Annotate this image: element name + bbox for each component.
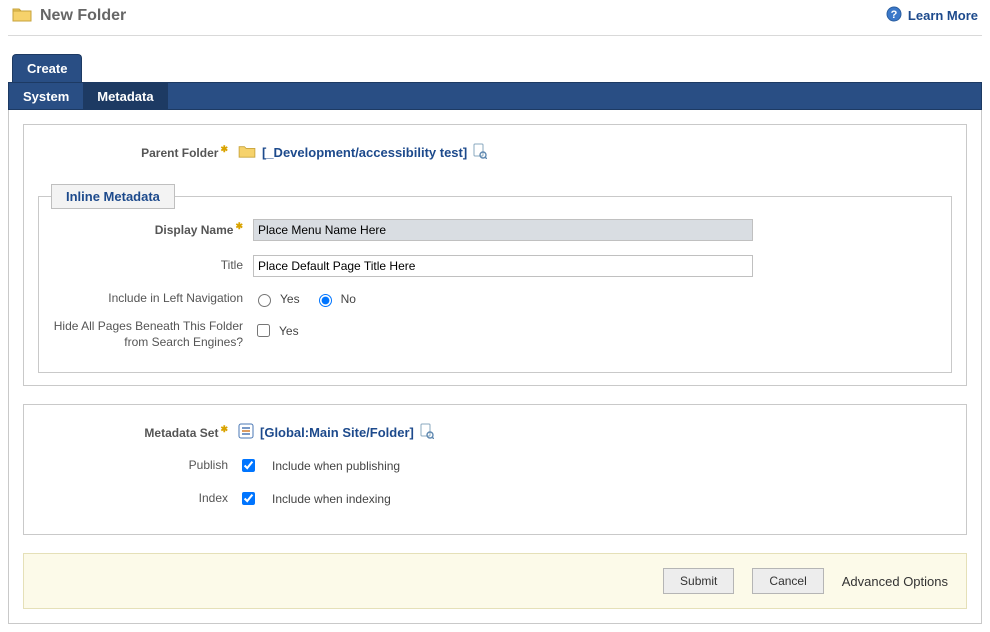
metadata-set-label: Metadata Set✱ xyxy=(38,424,238,442)
hide-search-label: Hide All Pages Beneath This Folder from … xyxy=(53,319,253,350)
metadata-set-panel: Metadata Set✱ [Global:Main Site/Folder] … xyxy=(23,404,967,535)
include-nav-yes-radio[interactable] xyxy=(258,294,271,307)
learn-more-link[interactable]: ? Learn More xyxy=(886,6,978,25)
required-icon: ✱ xyxy=(220,144,228,154)
index-text: Include when indexing xyxy=(272,492,391,506)
advanced-options-link[interactable]: Advanced Options xyxy=(842,574,948,589)
display-name-label: Display Name✱ xyxy=(53,221,253,239)
inline-metadata-legend: Inline Metadata xyxy=(51,184,175,209)
folder-icon xyxy=(12,6,32,25)
title-label: Title xyxy=(53,258,253,274)
hide-search-checkbox[interactable] xyxy=(257,324,270,337)
action-bar: Submit Cancel Advanced Options xyxy=(23,553,967,609)
include-nav-no-label: No xyxy=(341,292,356,306)
publish-checkbox[interactable] xyxy=(242,459,255,472)
page-header: New Folder ? Learn More xyxy=(8,0,982,36)
index-checkbox[interactable] xyxy=(242,492,255,505)
svg-text:?: ? xyxy=(891,9,898,21)
cancel-button[interactable]: Cancel xyxy=(752,568,823,594)
hide-search-yes-label: Yes xyxy=(279,324,299,338)
inline-metadata-fieldset: Inline Metadata Display Name✱ Title Incl… xyxy=(38,196,952,373)
help-icon: ? xyxy=(886,6,902,25)
include-nav-label: Include in Left Navigation xyxy=(53,291,253,307)
parent-folder-value[interactable]: [_Development/accessibility test] xyxy=(262,145,467,160)
tab-metadata[interactable]: Metadata xyxy=(83,83,167,109)
include-nav-yes-label: Yes xyxy=(280,292,300,306)
parent-folder-label: Parent Folder✱ xyxy=(38,144,238,162)
metadata-main-panel: Parent Folder✱ [_Development/accessibili… xyxy=(23,124,967,386)
index-label: Index xyxy=(38,491,238,507)
folder-icon xyxy=(238,144,256,161)
browse-icon[interactable] xyxy=(420,423,434,442)
required-icon: ✱ xyxy=(220,424,228,434)
include-nav-no-radio[interactable] xyxy=(319,294,332,307)
publish-label: Publish xyxy=(38,458,238,474)
metadata-set-icon xyxy=(238,423,254,442)
submit-button[interactable]: Submit xyxy=(663,568,734,594)
sub-tab-bar: System Metadata xyxy=(8,82,982,110)
publish-text: Include when publishing xyxy=(272,459,400,473)
content-panel: Parent Folder✱ [_Development/accessibili… xyxy=(8,110,982,624)
learn-more-label: Learn More xyxy=(908,8,978,23)
required-icon: ✱ xyxy=(235,221,243,231)
tab-create[interactable]: Create xyxy=(12,54,82,82)
page-title: New Folder xyxy=(40,7,126,25)
browse-icon[interactable] xyxy=(473,143,487,162)
metadata-set-value[interactable]: [Global:Main Site/Folder] xyxy=(260,425,414,440)
display-name-input[interactable] xyxy=(253,219,753,241)
primary-tab-row: Create xyxy=(8,54,982,82)
title-input[interactable] xyxy=(253,255,753,277)
tab-system[interactable]: System xyxy=(9,83,83,109)
